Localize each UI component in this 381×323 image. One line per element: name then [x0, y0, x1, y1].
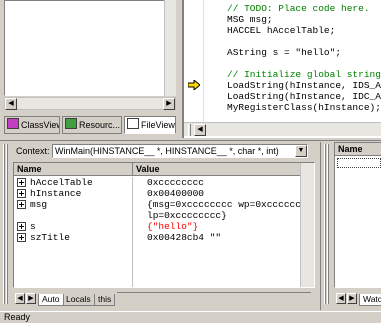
- status-text: Ready: [4, 312, 31, 322]
- scroll-left-icon[interactable]: ◀: [194, 124, 206, 136]
- workspace-pane: ◀ ▶ ClassView Resourc... FileView: [0, 0, 180, 138]
- column-header-value[interactable]: Value: [134, 163, 294, 176]
- table-row[interactable]: hAccelTable 0xcccccccc: [14, 177, 300, 188]
- expand-plus-icon[interactable]: [17, 189, 26, 198]
- expand-plus-icon[interactable]: [17, 200, 26, 209]
- workspace-tabs: ClassView Resourc... FileView: [4, 116, 180, 134]
- tab-label: Resourc...: [79, 120, 121, 130]
- grid-header: Name Value: [14, 163, 300, 176]
- tab-fileview[interactable]: FileView: [124, 116, 176, 134]
- tab-label: ClassView: [21, 120, 60, 130]
- editor-hscrollbar[interactable]: ◀: [184, 122, 381, 136]
- variable-value: 0x00428cb4 "": [147, 232, 222, 243]
- status-bar: Ready: [0, 311, 381, 323]
- code-line: // TODO: Place code here.: [227, 3, 370, 14]
- watch-tabs: ◀ ▶ Watc: [334, 292, 381, 306]
- tab-label: FileView: [141, 120, 175, 130]
- variables-grid[interactable]: Name Value hAccelTable 0xcccccccc hInsta…: [13, 162, 315, 288]
- watch-header: Name: [335, 143, 381, 156]
- expand-plus-icon[interactable]: [17, 233, 26, 242]
- name-column-divider: [132, 243, 133, 287]
- pane-divider[interactable]: [0, 138, 381, 141]
- tab-scroll-left-icon[interactable]: ◀: [15, 293, 25, 304]
- code-editor[interactable]: // TODO: Place code here. MSG msg; HACCE…: [182, 0, 381, 138]
- tab-scroll-left-icon[interactable]: ◀: [336, 293, 346, 304]
- code-line: MSG msg;: [227, 14, 273, 25]
- expand-plus-icon[interactable]: [17, 222, 26, 231]
- code-line: MyRegisterClass(hInstance);: [227, 102, 381, 113]
- workspace-tree[interactable]: [4, 0, 176, 96]
- code-line: LoadString(hInstance, IDC_AUTO: [227, 91, 381, 102]
- table-row[interactable]: s {"hello"}: [14, 221, 300, 232]
- variables-tabs: ◀ ▶ Auto Locals this: [13, 292, 315, 306]
- tab-auto[interactable]: Auto: [38, 294, 64, 306]
- expand-plus-icon[interactable]: [17, 178, 26, 187]
- tab-classview[interactable]: ClassView: [4, 116, 60, 134]
- window-gripper[interactable]: [2, 144, 10, 304]
- watch-new-entry[interactable]: [337, 158, 381, 168]
- variable-name: hInstance: [30, 188, 82, 199]
- code-line: LoadString(hInstance, IDS_APP_: [227, 80, 381, 91]
- variable-name: msg: [30, 199, 48, 210]
- tab-baseline: [117, 292, 311, 293]
- context-dropdown[interactable]: WinMain(HINSTANCE__ *, HINSTANCE__ *, ch…: [52, 144, 308, 158]
- tab-resourceview[interactable]: Resourc...: [62, 116, 122, 134]
- context-value: WinMain(HINSTANCE__ *, HINSTANCE__ *, ch…: [55, 146, 279, 156]
- tab-scroll-right-icon[interactable]: ▶: [347, 293, 357, 304]
- watch-window: Name ◀ ▶ Watc: [320, 142, 381, 310]
- variable-value: {"hello"}: [147, 221, 199, 232]
- splitter-handle[interactable]: [188, 124, 191, 136]
- context-label: Context:: [16, 146, 50, 156]
- grid-vscrollbar[interactable]: [300, 163, 314, 287]
- table-row[interactable]: szTitle 0x00428cb4 "": [14, 232, 300, 243]
- code-line: // Initialize global strings: [227, 69, 381, 80]
- variable-value: 0xcccccccc: [147, 177, 205, 188]
- variable-name: hAccelTable: [30, 177, 93, 188]
- grid-rows: hAccelTable 0xcccccccc hInstance 0x00400…: [14, 177, 313, 287]
- classview-icon: [7, 118, 19, 129]
- chevron-down-icon[interactable]: ▼: [295, 145, 307, 157]
- current-line-arrow-icon: [187, 78, 201, 92]
- code-line: AString s = "hello";: [227, 47, 342, 58]
- tab-watch[interactable]: Watc: [359, 294, 381, 306]
- variable-value: 0x00400000: [147, 188, 205, 199]
- workspace-scrollbar[interactable]: [164, 0, 176, 96]
- table-row[interactable]: msg {msg=0xcccccccc wp=0xcccccccc lp=0xc…: [14, 199, 313, 221]
- workspace-hscrollbar[interactable]: ◀ ▶: [4, 97, 176, 110]
- variable-name: szTitle: [30, 232, 70, 243]
- code-lines: // TODO: Place code here. MSG msg; HACCE…: [227, 3, 381, 121]
- editor-gutter: [184, 0, 204, 122]
- variable-name: s: [30, 221, 36, 232]
- resourceview-icon: [65, 118, 77, 129]
- scroll-right-icon[interactable]: ▶: [163, 98, 175, 110]
- variable-value-continued: lp=0xcccccccc}: [147, 210, 227, 221]
- window-gripper[interactable]: [323, 144, 331, 304]
- tab-locals[interactable]: Locals: [63, 294, 95, 306]
- variables-window: Context: WinMain(HINSTANCE__ *, HINSTANC…: [0, 142, 318, 310]
- tab-this[interactable]: this: [95, 294, 116, 306]
- scroll-left-icon[interactable]: ◀: [5, 98, 17, 110]
- code-line: HACCEL hAccelTable;: [227, 25, 336, 36]
- column-header-name[interactable]: Name: [14, 163, 133, 176]
- watch-grid[interactable]: Name: [334, 142, 381, 288]
- fileview-icon: [127, 118, 139, 129]
- tab-scroll-right-icon[interactable]: ▶: [26, 293, 36, 304]
- variable-value: {msg=0xcccccccc wp=0xcccccccc: [147, 199, 313, 210]
- table-row[interactable]: hInstance 0x00400000: [14, 188, 300, 199]
